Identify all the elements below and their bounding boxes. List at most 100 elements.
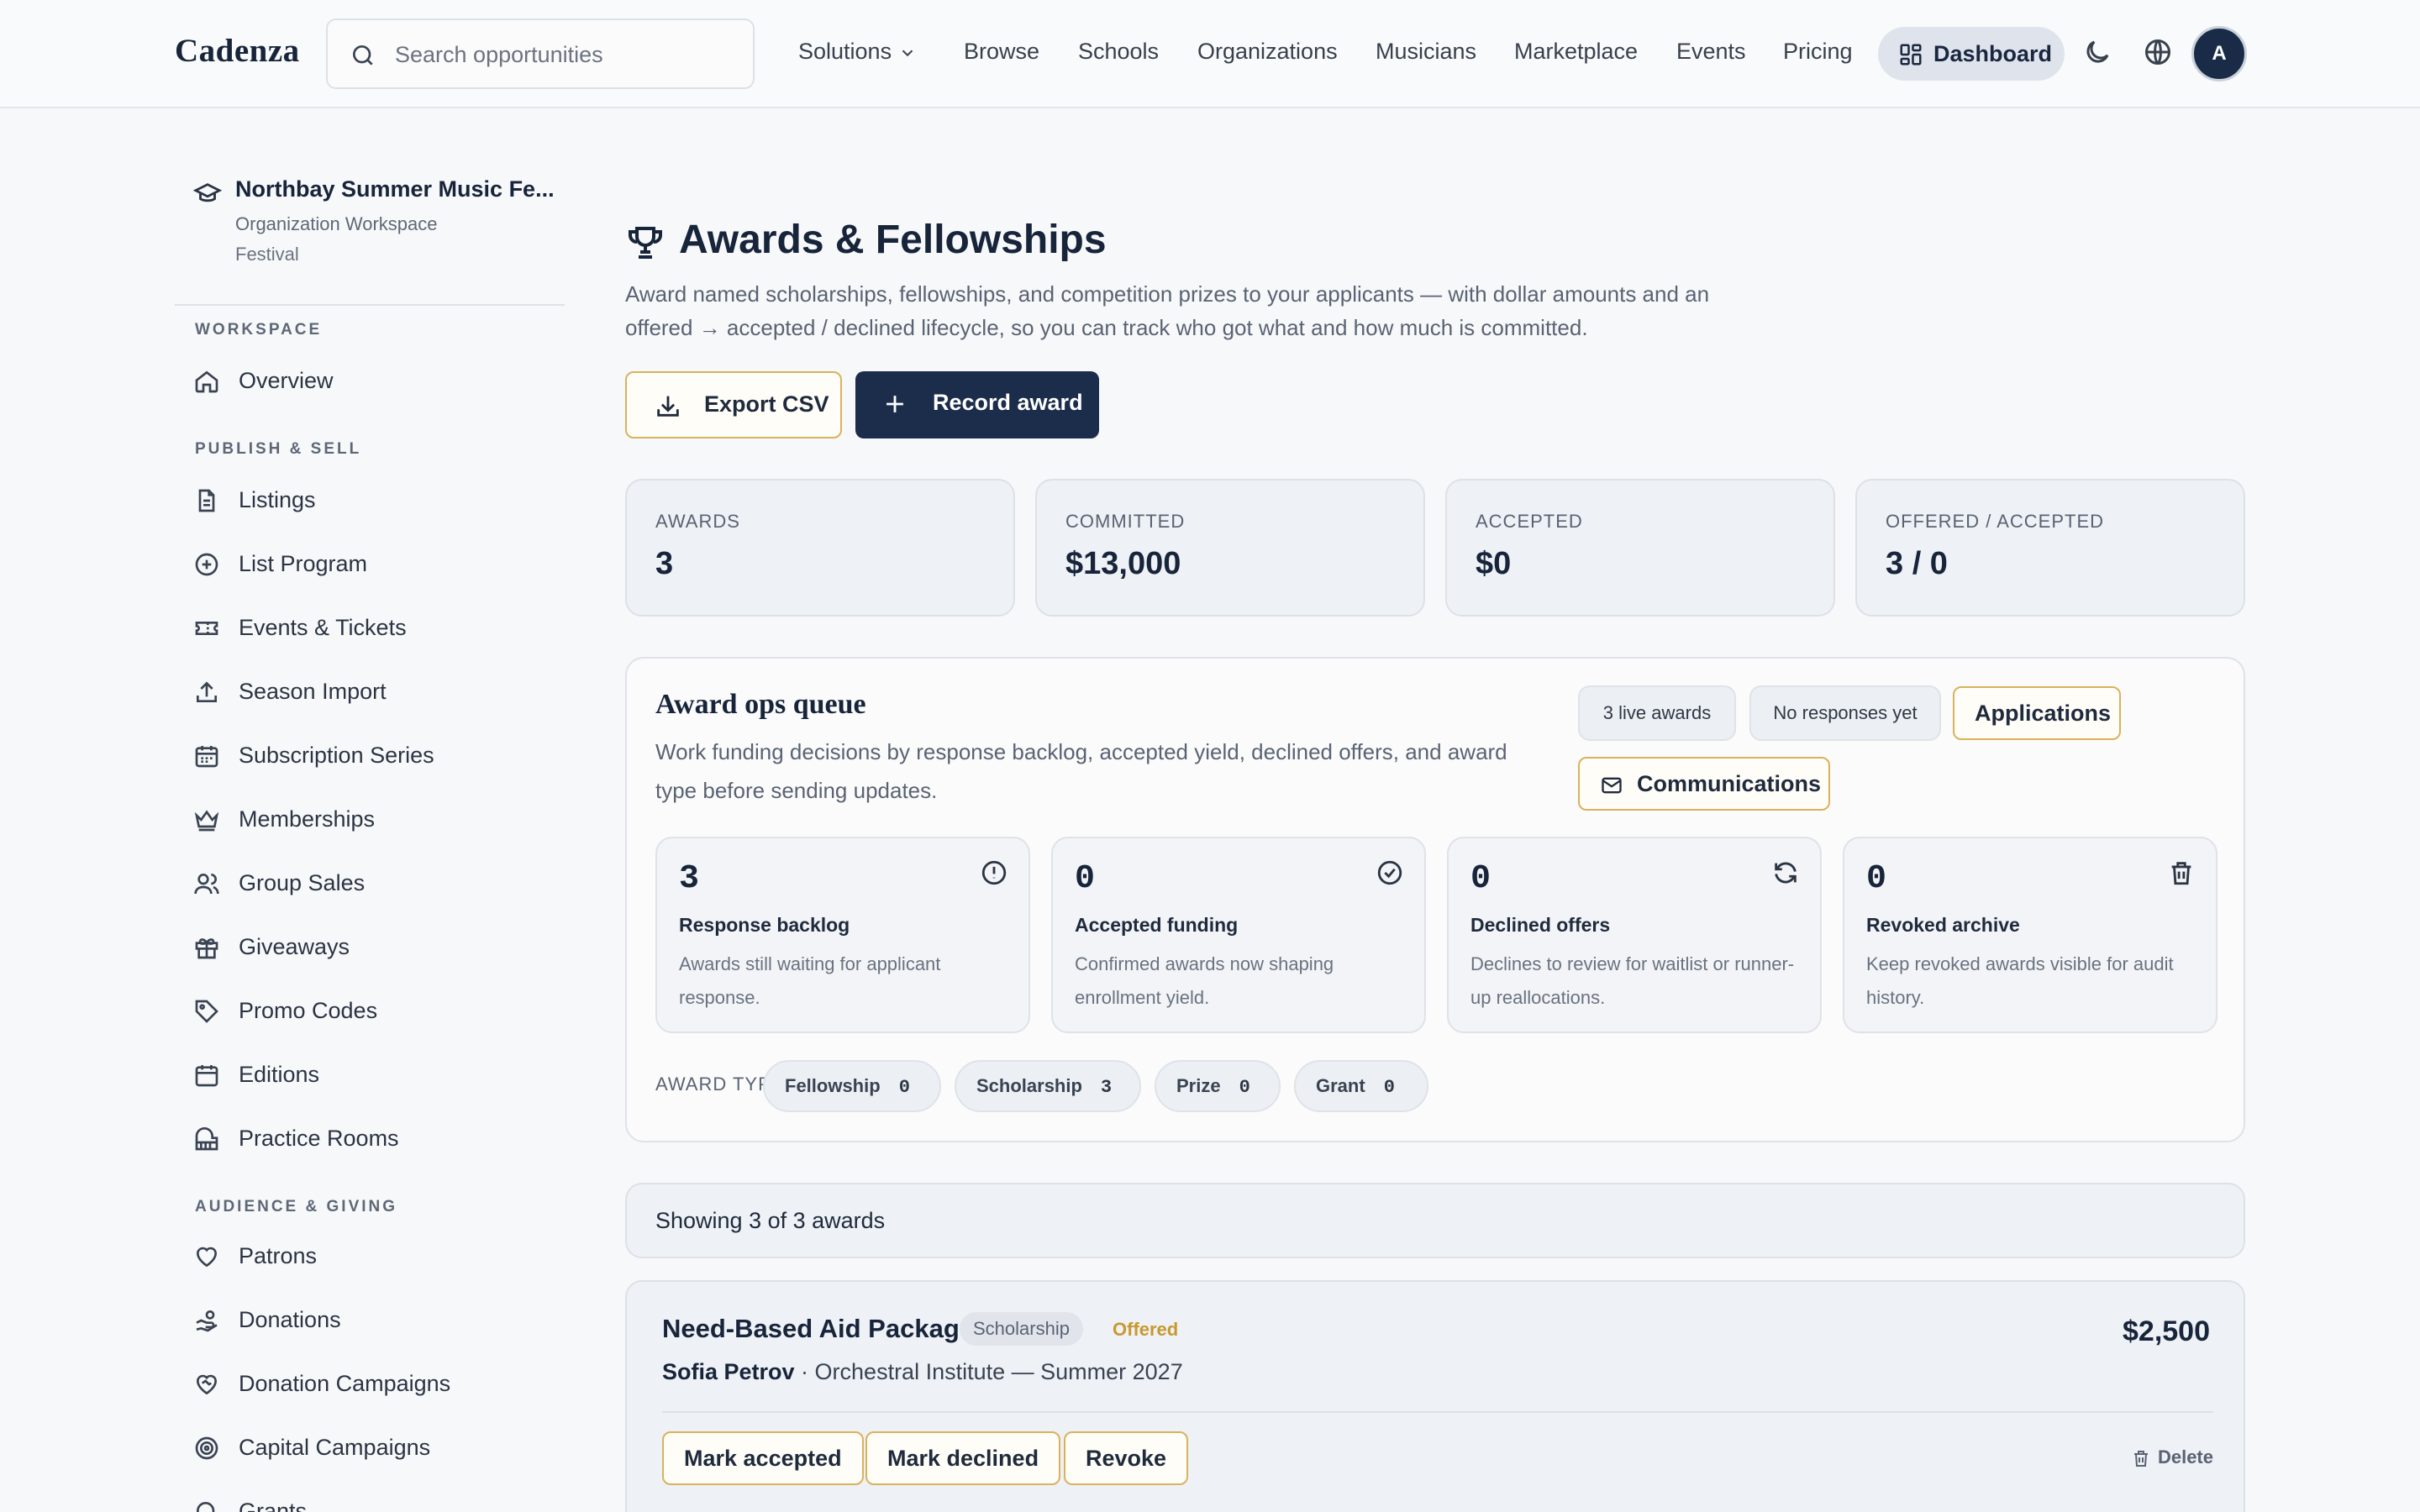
mark-declined-button[interactable]: Mark declined: [865, 1431, 1061, 1485]
avatar[interactable]: A: [2191, 26, 2247, 81]
nav-schools[interactable]: Schools: [1078, 39, 1159, 65]
export-csv-label: Export CSV: [704, 391, 829, 417]
metric-title: Revoked archive: [1866, 914, 2020, 936]
nav-events[interactable]: Events: [1676, 39, 1746, 65]
search-box[interactable]: [326, 18, 755, 89]
type-filter-grant[interactable]: Grant 0: [1294, 1060, 1428, 1112]
type-filter-prize[interactable]: Prize 0: [1155, 1060, 1281, 1112]
workspace-name: Northbay Summer Music Fe...: [235, 176, 555, 202]
results-count-bar: Showing 3 of 3 awards: [625, 1183, 2245, 1258]
tag-icon: [193, 998, 220, 1025]
metric-value: 0: [1075, 860, 1096, 898]
stat-label: OFFERED / ACCEPTED: [1886, 511, 2105, 532]
download-icon: [654, 391, 682, 420]
hand-coins-icon: [193, 1307, 220, 1334]
theme-toggle-moon-icon[interactable]: [2082, 37, 2112, 67]
metric-response-backlog[interactable]: 3 Response backlog Awards still waiting …: [655, 837, 1030, 1033]
sidebar-item-label: Grants: [239, 1499, 308, 1512]
nav-solutions[interactable]: Solutions: [798, 39, 917, 65]
target-icon: [193, 1435, 220, 1462]
nav-organizations[interactable]: Organizations: [1197, 39, 1338, 65]
mark-accepted-button[interactable]: Mark accepted: [662, 1431, 864, 1485]
sidebar-item-subscription-series[interactable]: Subscription Series: [193, 738, 555, 774]
nav-pricing[interactable]: Pricing: [1783, 39, 1853, 65]
metric-description: Confirmed awards now shaping enrollment …: [1075, 953, 1334, 1008]
calendar-grid-icon: [193, 743, 220, 769]
stat-label: AWARDS: [655, 511, 740, 532]
sidebar-item-listings[interactable]: Listings: [193, 482, 555, 519]
trash-icon: [2131, 1448, 2151, 1468]
applications-button[interactable]: Applications: [1953, 686, 2121, 740]
search-input[interactable]: [395, 37, 731, 72]
sidebar-item-promo-codes[interactable]: Promo Codes: [193, 993, 555, 1030]
sidebar-item-label: Subscription Series: [239, 743, 434, 768]
divider: [662, 1411, 2213, 1413]
record-award-label: Record award: [933, 390, 1083, 415]
metric-value: 0: [1866, 860, 1887, 898]
sidebar-item-group-sales[interactable]: Group Sales: [193, 865, 555, 902]
sidebar-item-practice-rooms[interactable]: Practice Rooms: [193, 1121, 555, 1158]
award-status-badge: Offered: [1113, 1319, 1179, 1340]
stat-label: ACCEPTED: [1476, 511, 1583, 532]
sidebar-item-overview[interactable]: Overview: [193, 363, 555, 400]
award-name: Need-Based Aid Package: [662, 1314, 975, 1343]
metric-title: Response backlog: [679, 914, 850, 936]
sidebar-item-memberships[interactable]: Memberships: [193, 801, 555, 838]
metric-revoked-archive[interactable]: 0 Revoked archive Keep revoked awards vi…: [1843, 837, 2217, 1033]
sidebar-item-season-import[interactable]: Season Import: [193, 674, 555, 711]
stat-card-accepted: ACCEPTED $0: [1445, 479, 1835, 617]
top-navigation: Cadenza Solutions Browse Schools Organiz…: [0, 0, 2420, 108]
heart-icon: [193, 1243, 220, 1270]
plus-circle-icon: [193, 551, 220, 578]
sidebar-item-label: Listings: [239, 487, 316, 512]
piano-icon: [193, 1126, 220, 1152]
communications-label: Communications: [1637, 771, 1822, 796]
sidebar-item-label: Season Import: [239, 679, 387, 704]
export-csv-button[interactable]: Export CSV: [625, 371, 842, 438]
type-name: Prize: [1176, 1075, 1221, 1096]
sidebar-item-editions[interactable]: Editions: [193, 1057, 555, 1094]
users-icon: [193, 870, 220, 897]
nav-browse[interactable]: Browse: [964, 39, 1039, 65]
upload-icon: [193, 679, 220, 706]
communications-button[interactable]: Communications: [1578, 757, 1830, 811]
sidebar-item-grants[interactable]: Grants: [193, 1494, 555, 1512]
program-name: · Orchestral Institute — Summer 2027: [794, 1359, 1183, 1384]
sidebar-item-label: Patrons: [239, 1243, 318, 1268]
ticket-icon: [193, 615, 220, 642]
stat-value: $0: [1476, 546, 1512, 581]
search-icon: [193, 1499, 220, 1512]
recipient-name[interactable]: Sofia Petrov: [662, 1359, 795, 1384]
record-award-button[interactable]: Record award: [855, 371, 1099, 438]
sidebar-item-giveaways[interactable]: Giveaways: [193, 929, 555, 966]
type-count: 0: [898, 1077, 910, 1098]
sidebar-item-patrons[interactable]: Patrons: [193, 1238, 555, 1275]
document-icon: [193, 487, 220, 514]
stat-value: $13,000: [1065, 546, 1181, 581]
metric-value: 3: [679, 860, 700, 898]
language-globe-icon[interactable]: [2143, 37, 2173, 67]
sidebar-item-label: Capital Campaigns: [239, 1435, 431, 1460]
sidebar-item-donation-campaigns[interactable]: Donation Campaigns: [193, 1366, 555, 1403]
sidebar-item-capital-campaigns[interactable]: Capital Campaigns: [193, 1430, 555, 1467]
queue-title: Award ops queue: [655, 689, 866, 720]
metric-accepted-funding[interactable]: 0 Accepted funding Confirmed awards now …: [1051, 837, 1426, 1033]
alert-circle-icon: [980, 858, 1008, 887]
sidebar-section-publish-sell: PUBLISH & SELL: [195, 440, 362, 458]
sidebar-item-label: Events & Tickets: [239, 615, 407, 640]
brand-logo[interactable]: Cadenza: [175, 32, 300, 70]
chevron-down-icon: [898, 44, 917, 62]
dashboard-button[interactable]: Dashboard: [1878, 27, 2065, 81]
type-filter-fellowship[interactable]: Fellowship 0: [763, 1060, 941, 1112]
nav-musicians[interactable]: Musicians: [1376, 39, 1476, 65]
delete-button[interactable]: Delete: [2131, 1446, 2213, 1468]
page-description: Award named scholarships, fellowships, a…: [625, 281, 1710, 340]
nav-marketplace[interactable]: Marketplace: [1514, 39, 1638, 65]
sidebar-item-donations[interactable]: Donations: [193, 1302, 555, 1339]
sidebar-item-events-tickets[interactable]: Events & Tickets: [193, 610, 555, 647]
sidebar-item-list-program[interactable]: List Program: [193, 546, 555, 583]
type-filter-scholarship[interactable]: Scholarship 3: [955, 1060, 1141, 1112]
revoke-button[interactable]: Revoke: [1064, 1431, 1189, 1485]
award-amount: $2,500: [2123, 1315, 2210, 1347]
metric-declined-offers[interactable]: 0 Declined offers Declines to review for…: [1447, 837, 1822, 1033]
